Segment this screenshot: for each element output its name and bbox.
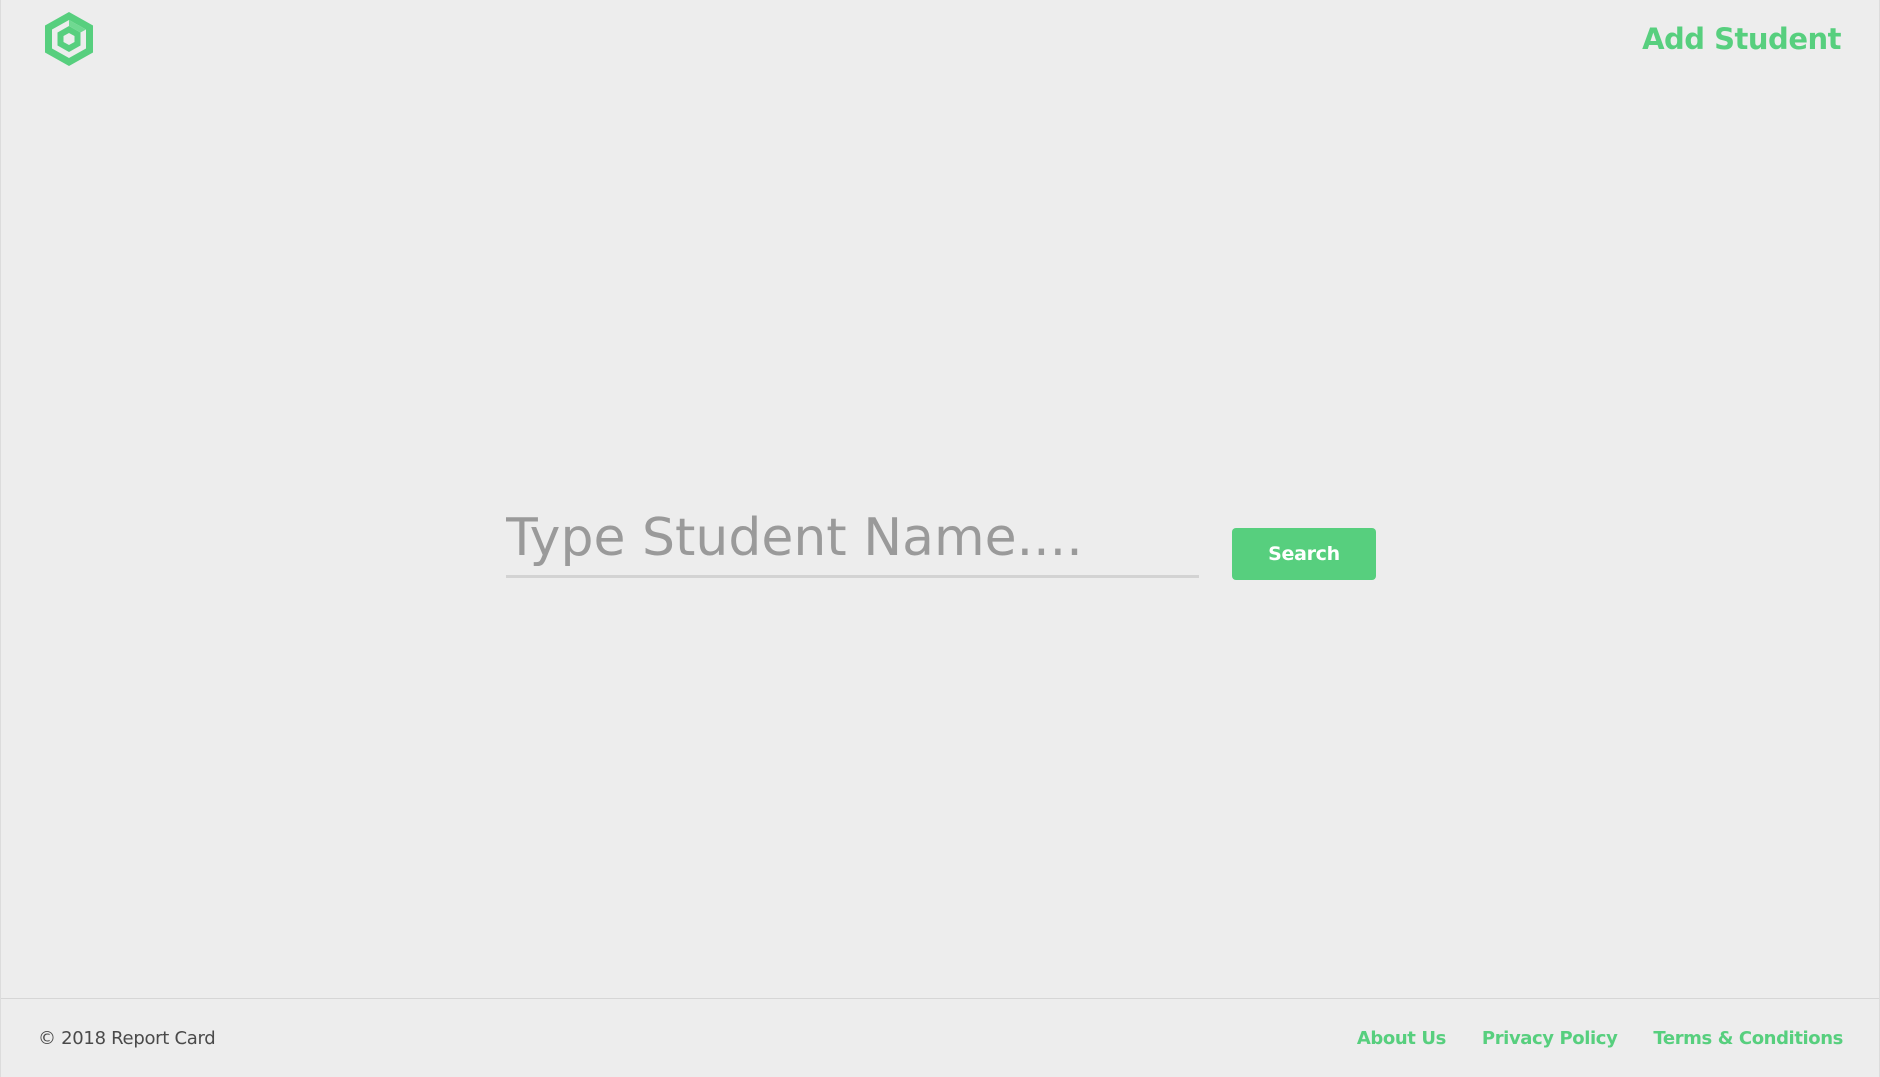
add-student-link[interactable]: Add Student	[1642, 22, 1841, 56]
about-us-link[interactable]: About Us	[1357, 1028, 1446, 1049]
terms-conditions-link[interactable]: Terms & Conditions	[1653, 1028, 1843, 1049]
student-name-input[interactable]	[506, 500, 1199, 578]
privacy-policy-link[interactable]: Privacy Policy	[1482, 1028, 1618, 1049]
footer-nav: About Us Privacy Policy Terms & Conditio…	[1357, 1028, 1843, 1049]
copyright-text: © 2018 Report Card	[38, 1028, 216, 1049]
footer: © 2018 Report Card About Us Privacy Poli…	[1, 998, 1879, 1077]
page: Add Student Search © 2018 Report Card Ab…	[0, 0, 1880, 1077]
search-form: Search	[506, 500, 1376, 585]
hexagon-logo-icon[interactable]	[41, 10, 97, 68]
search-button[interactable]: Search	[1232, 528, 1376, 580]
